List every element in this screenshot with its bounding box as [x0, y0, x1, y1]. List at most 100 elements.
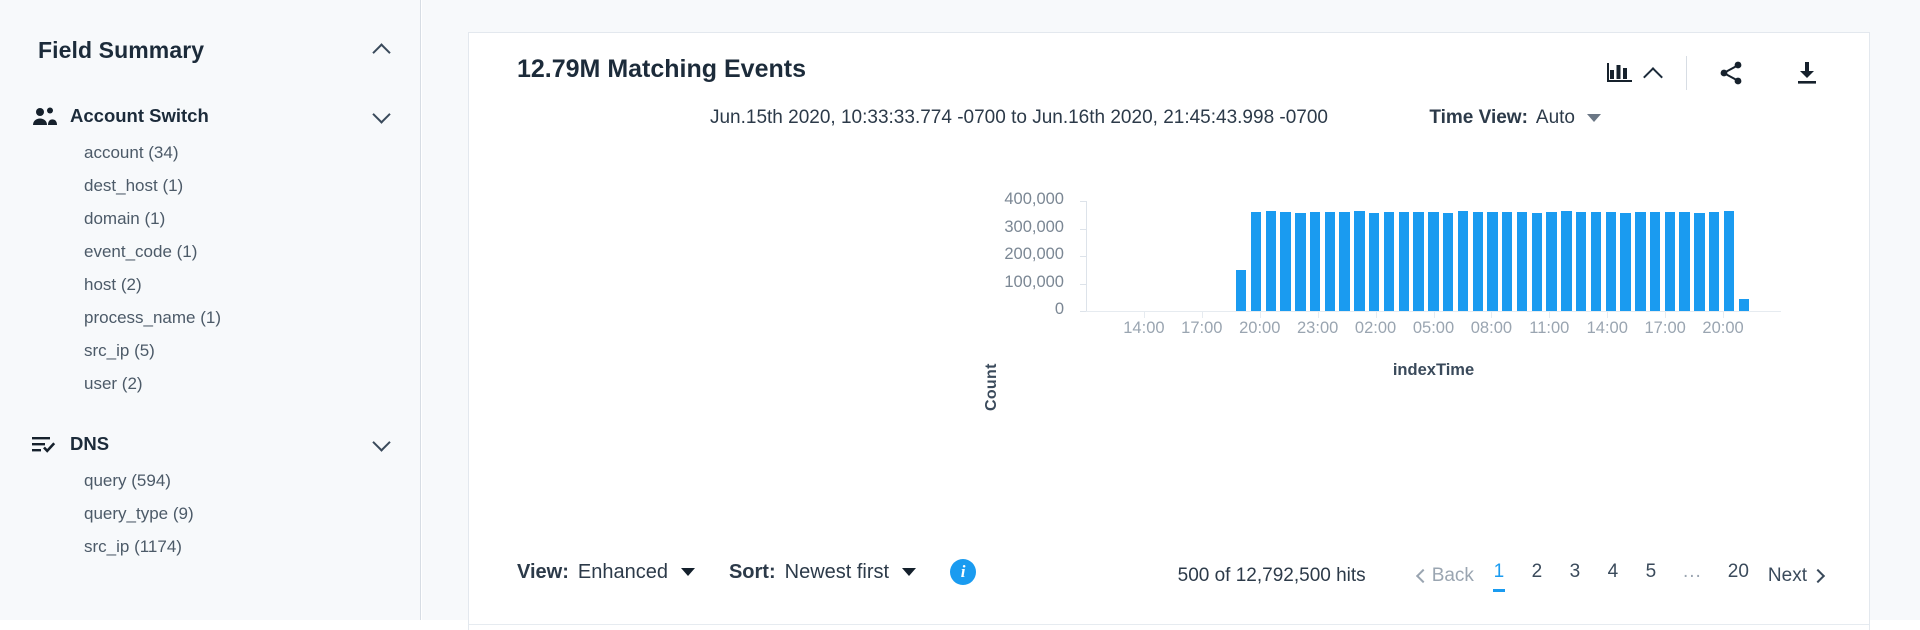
bar[interactable] [1694, 212, 1705, 311]
panel-header: 12.79M Matching Events [469, 33, 1869, 103]
sidebar-item-process-name[interactable]: process_name (1) [0, 301, 420, 334]
field-summary-sidebar: Field Summary Account Switch account (34… [0, 0, 421, 620]
x-axis-tick: 08:00 [1470, 319, 1513, 337]
bar[interactable] [1457, 211, 1469, 311]
x-tick-mark [1201, 311, 1203, 318]
x-axis-tick: 17:00 [1181, 319, 1223, 337]
bar[interactable] [1502, 211, 1513, 311]
sort-dropdown[interactable]: Sort: Newest first [728, 560, 917, 584]
bar[interactable] [1280, 212, 1291, 311]
bar[interactable] [1250, 212, 1262, 311]
sidebar-item-user[interactable]: user (2) [0, 367, 420, 400]
time-view-value: Auto [1535, 107, 1575, 128]
page-4[interactable]: 4 [1607, 559, 1619, 592]
x-tick-mark [1433, 311, 1435, 318]
bar[interactable] [1369, 212, 1380, 311]
x-axis-ticks: 14:00 17:00 20:00 23:00 02:00 05:00 08:00 11:00… [1086, 311, 1781, 349]
y-axis-tick: 200,000 [1004, 245, 1064, 263]
bar[interactable] [1339, 212, 1350, 311]
hits-count: 500 of 12,792,500 hits [1177, 564, 1366, 586]
chevron-down-icon[interactable] [371, 433, 393, 455]
sidebar-item-host[interactable]: host (2) [0, 268, 420, 301]
bar[interactable] [1236, 269, 1247, 311]
chevron-down-icon[interactable] [371, 105, 393, 127]
sidebar-item-dns-src-ip[interactable]: src_ip (1174) [0, 530, 420, 563]
sidebar-item-query[interactable]: query (594) [0, 464, 420, 497]
time-range-row: Jun.15th 2020, 10:33:33.774 -0700 to Jun… [469, 103, 1869, 143]
sort-value: Newest first [784, 560, 890, 583]
sidebar-group-label: DNS [70, 433, 110, 454]
page-3[interactable]: 3 [1569, 559, 1581, 592]
info-icon[interactable]: i [950, 559, 977, 585]
bar[interactable] [1738, 298, 1749, 311]
view-dropdown[interactable]: View: Enhanced [517, 561, 695, 584]
back-button[interactable]: Back [1410, 563, 1480, 589]
bar[interactable] [1709, 212, 1720, 311]
footer-controls: View: Enhanced Sort: Newest first i [517, 559, 977, 585]
bar[interactable] [1605, 211, 1616, 311]
chevron-up-icon[interactable] [371, 39, 393, 61]
sidebar-item-event-code[interactable]: event_code (1) [0, 235, 420, 268]
time-view-dropdown[interactable]: Time View: Auto [1429, 107, 1601, 129]
y-axis-ticks: 400,000 300,000 200,000 100,000 0 [944, 143, 1064, 443]
bar[interactable] [1265, 211, 1276, 311]
sidebar-group-account-switch[interactable]: Account Switch [0, 96, 420, 136]
bar-series [1086, 143, 1781, 311]
page-title: Field Summary [38, 36, 205, 63]
sidebar-item-src-ip[interactable]: src_ip (5) [0, 334, 420, 367]
y-axis-tick: 300,000 [1004, 217, 1064, 236]
chevron-down-icon[interactable] [680, 568, 695, 576]
share-icon[interactable] [1709, 53, 1753, 93]
bar[interactable] [1620, 212, 1631, 311]
x-axis-tick: 05:00 [1412, 319, 1455, 337]
x-axis-tick: 11:00 [1529, 319, 1570, 337]
chevron-up-icon[interactable] [1642, 62, 1664, 84]
next-button[interactable]: Next [1762, 563, 1829, 589]
bar[interactable] [1546, 212, 1557, 311]
main-content: 12.79M Matching Events Jun.15th 2020, 10… [422, 0, 1920, 630]
page-list: 1 2 3 4 5... 20 [1480, 559, 1762, 592]
bar[interactable] [1635, 212, 1646, 311]
bar[interactable] [1575, 212, 1587, 311]
bar[interactable] [1487, 212, 1498, 311]
chevron-down-icon[interactable] [902, 568, 917, 576]
bar[interactable] [1723, 211, 1735, 311]
bar[interactable] [1413, 212, 1424, 311]
bar[interactable] [1354, 211, 1365, 311]
bar[interactable] [1309, 211, 1321, 311]
bar[interactable] [1472, 212, 1483, 311]
chevron-left-icon [1416, 571, 1426, 581]
sidebar-item-dest-host[interactable]: dest_host (1) [0, 169, 420, 202]
bar[interactable] [1516, 212, 1528, 311]
bar[interactable] [1398, 211, 1409, 311]
bar-chart-icon[interactable] [1598, 53, 1642, 93]
bar[interactable] [1679, 212, 1690, 311]
page-20[interactable]: 20 [1728, 559, 1749, 592]
sidebar-item-domain[interactable]: domain (1) [0, 202, 420, 235]
download-icon[interactable] [1785, 53, 1829, 93]
page-5[interactable]: 5 [1645, 559, 1657, 592]
bar[interactable] [1295, 212, 1306, 311]
page-1[interactable]: 1 [1492, 559, 1505, 592]
bar[interactable] [1664, 211, 1676, 311]
sidebar-group-label: Account Switch [70, 105, 209, 126]
bar[interactable] [1428, 212, 1439, 311]
sidebar-group-dns[interactable]: DNS [0, 424, 420, 464]
x-axis-tick: 20:00 [1702, 319, 1744, 337]
bar[interactable] [1590, 212, 1602, 311]
chevron-down-icon[interactable] [1587, 114, 1601, 122]
bar[interactable] [1324, 212, 1336, 311]
page-2[interactable]: 2 [1531, 559, 1543, 592]
sidebar-item-query-type[interactable]: query_type (9) [0, 497, 420, 530]
bar[interactable] [1561, 211, 1572, 311]
bar[interactable] [1531, 212, 1543, 311]
sidebar-item-account[interactable]: account (34) [0, 136, 420, 169]
bar[interactable] [1442, 212, 1454, 311]
sidebar-field-list: account (34) dest_host (1) domain (1) ev… [0, 136, 420, 400]
sort-label: Sort: [728, 560, 776, 583]
bar[interactable] [1383, 212, 1395, 311]
field-summary-header[interactable]: Field Summary [0, 28, 420, 72]
time-view-label: Time View: [1429, 107, 1528, 128]
x-tick-mark [1375, 311, 1377, 318]
bar[interactable] [1649, 212, 1661, 311]
